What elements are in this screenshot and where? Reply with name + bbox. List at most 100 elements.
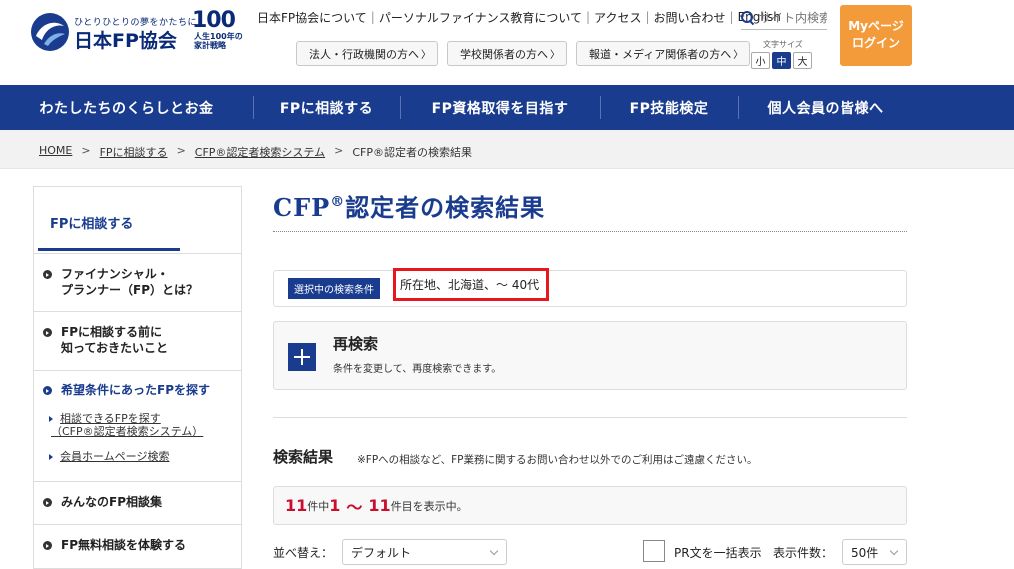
breadcrumb-bar: HOME > FPに相談する > CFP®認定者検索システム > CFP®認定者… (0, 130, 1014, 169)
breadcrumb-current: CFP®認定者の検索結果 (352, 146, 472, 159)
circle-arrow-icon (43, 386, 52, 395)
breadcrumb-separator: > (81, 144, 91, 157)
gnav-item-members[interactable]: 個人会員の皆様へ (738, 85, 913, 130)
breadcrumb-separator: > (176, 144, 186, 157)
search-condition-box: 選択中の検索条件 所在地、北海道、～ 40代 (273, 268, 907, 307)
count-tail: 件目を表示中。 (390, 499, 468, 513)
results-count: 11 件中 1 ～ 11 件目を表示中。 (273, 486, 907, 525)
sidebar-item-free-consult[interactable]: FP無料相談を体験する (34, 525, 241, 569)
sidebar-item-find-fp-label[interactable]: 希望条件にあったFPを探す (61, 382, 210, 398)
link-education[interactable]: パーソナルファイナンス教育について (376, 9, 585, 26)
link-access[interactable]: アクセス (591, 9, 644, 26)
gnav-item-exam[interactable]: FP技能検定 (600, 85, 738, 130)
count-tilde: ～ (346, 497, 363, 517)
sort-label: 並べ替え： (273, 546, 334, 560)
subitem-label-line1: 相談できるFPを探す (60, 412, 161, 425)
sidebar-item-what-is-fp[interactable]: ファイナンシャル・ プランナー（FP）とは？ (34, 254, 241, 312)
circle-arrow-icon (43, 270, 52, 279)
search-condition-value: 所在地、北海道、～ 40代 (400, 278, 540, 292)
breadcrumb-search-system[interactable]: CFP®認定者検索システム (195, 144, 325, 160)
font-size-small-button[interactable]: 小 (751, 52, 770, 69)
font-size-large-button[interactable]: 大 (793, 52, 812, 69)
sidebar-item-casebook[interactable]: みんなのFP相談集 (34, 482, 241, 525)
corporate-button-label: 法人・行政機関の方へ (309, 47, 419, 61)
site-search-input[interactable] (759, 10, 827, 25)
chevron-down-icon (889, 546, 899, 556)
mypage-login-button[interactable]: Myページ ログイン (840, 5, 912, 66)
title-divider (273, 231, 907, 232)
mypage-line1: Myページ (848, 19, 904, 33)
100-year-badge[interactable]: 100 人生100年の 家計戦略 (192, 8, 243, 52)
plus-icon[interactable] (288, 343, 316, 371)
label-line2: 知っておきたいこと (61, 341, 169, 355)
sidebar-item-find-fp: 希望条件にあったFPを探す 相談できるFPを探す （CFP®認定者検索システム）… (34, 371, 241, 482)
sort-select-value: デフォルト (351, 545, 412, 560)
search-condition-highlight: 所在地、北海道、～ 40代 (393, 268, 549, 301)
research-panel[interactable]: 再検索 条件を変更して、再度検索できます。 (273, 321, 907, 390)
title-pre: CFP (273, 193, 331, 222)
font-size-medium-button[interactable]: 中 (772, 52, 791, 69)
pr-display-checkbox[interactable] (643, 540, 665, 562)
global-nav: わたしたちのくらしとお金 FPに相談する FP資格取得を目指す FP技能検定 個… (0, 85, 1014, 130)
title-post: 認定者の検索結果 (345, 193, 546, 222)
research-description: 条件を変更して、再度検索できます。 (333, 364, 502, 375)
sidebar-subitem-member-homepage[interactable]: 会員ホームページ検索 (49, 450, 169, 463)
mypage-line2: ログイン (851, 36, 900, 50)
jafp-logo-icon (31, 13, 69, 51)
school-button[interactable]: 学校関係者の方へ〉 (447, 41, 567, 66)
link-contact[interactable]: お問い合わせ (651, 9, 729, 26)
sidebar-item-before-consult[interactable]: FPに相談する前に 知っておきたいこと (34, 312, 241, 371)
gnav-item-consult[interactable]: FPに相談する (253, 85, 400, 130)
circle-arrow-icon (43, 328, 52, 337)
results-title: 検索結果 (273, 448, 334, 466)
sidebar-heading-title[interactable]: FPに相談する (50, 213, 133, 232)
page-title: CFP®認定者の検索結果 (273, 188, 545, 223)
gnav-item-qualification[interactable]: FP資格取得を目指す (400, 85, 600, 130)
title-registered: ® (330, 194, 346, 210)
label-line1: ファイナンシャル・ (61, 267, 169, 281)
site-header: ひとりひとりの夢をかたちに 日本FP協会 100 人生100年の 家計戦略 日本… (0, 0, 1014, 85)
count-total-unit: 件中 (307, 499, 330, 513)
triangle-right-icon (49, 416, 53, 422)
research-title: 再検索 (333, 335, 379, 353)
sort-select[interactable]: デフォルト (342, 539, 507, 565)
badge-line2: 家計戦略 (194, 41, 226, 50)
badge-number: 100 (192, 8, 236, 33)
gnav-item-kurashi[interactable]: わたしたちのくらしとお金 (0, 85, 253, 130)
badge-text: 人生100年の 家計戦略 (194, 32, 243, 50)
breadcrumb: HOME > FPに相談する > CFP®認定者検索システム > CFP®認定者… (39, 144, 472, 160)
per-page-label: 表示件数： (773, 546, 834, 560)
sidebar-item-label: ファイナンシャル・ プランナー（FP）とは？ (61, 266, 198, 298)
search-icon[interactable] (741, 10, 755, 25)
pr-display-label[interactable]: PR文を一括表示 (674, 544, 762, 561)
chevron-right-icon: 〉 (733, 50, 744, 61)
breadcrumb-separator: > (334, 144, 344, 157)
utility-links: 日本FP協会について | パーソナルファイナンス教育について | アクセス | … (254, 9, 784, 25)
count-from: 1 (329, 496, 341, 515)
logo-name: 日本FP協会 (74, 30, 177, 52)
subitem-label: 会員ホームページ検索 (60, 450, 170, 463)
breadcrumb-consult[interactable]: FPに相談する (100, 144, 168, 160)
corporate-button[interactable]: 法人・行政機関の方へ〉 (296, 41, 438, 66)
link-about[interactable]: 日本FP協会について (254, 9, 370, 26)
breadcrumb-home[interactable]: HOME (39, 144, 72, 160)
per-page-select[interactable]: 50件 (842, 539, 907, 565)
sidebar-subitem-cfp-search[interactable]: 相談できるFPを探す （CFP®認定者検索システム） (49, 412, 203, 438)
font-size-switcher: 小 中 大 (751, 52, 812, 69)
badge-line1: 人生100年の (194, 32, 243, 41)
count-to: 11 (368, 496, 391, 515)
school-button-label: 学校関係者の方へ (460, 47, 548, 61)
triangle-right-icon (49, 454, 53, 460)
chevron-down-icon (489, 546, 499, 556)
media-button-label: 報道・メディア関係者の方へ (589, 47, 732, 61)
search-condition-tag: 選択中の検索条件 (288, 278, 380, 299)
sidebar-heading: FPに相談する (34, 187, 241, 254)
media-button[interactable]: 報道・メディア関係者の方へ〉 (576, 41, 751, 66)
sidebar-heading-underline (38, 248, 180, 251)
chevron-right-icon: 〉 (550, 50, 560, 61)
audience-buttons: 法人・行政機関の方へ〉 学校関係者の方へ〉 報道・メディア関係者の方へ〉 (296, 41, 751, 66)
sidebar-item-label: FP無料相談を体験する (61, 538, 186, 552)
count-total: 11 (285, 496, 308, 515)
label-line1: FPに相談する前に (61, 325, 162, 339)
site-search (741, 6, 827, 30)
